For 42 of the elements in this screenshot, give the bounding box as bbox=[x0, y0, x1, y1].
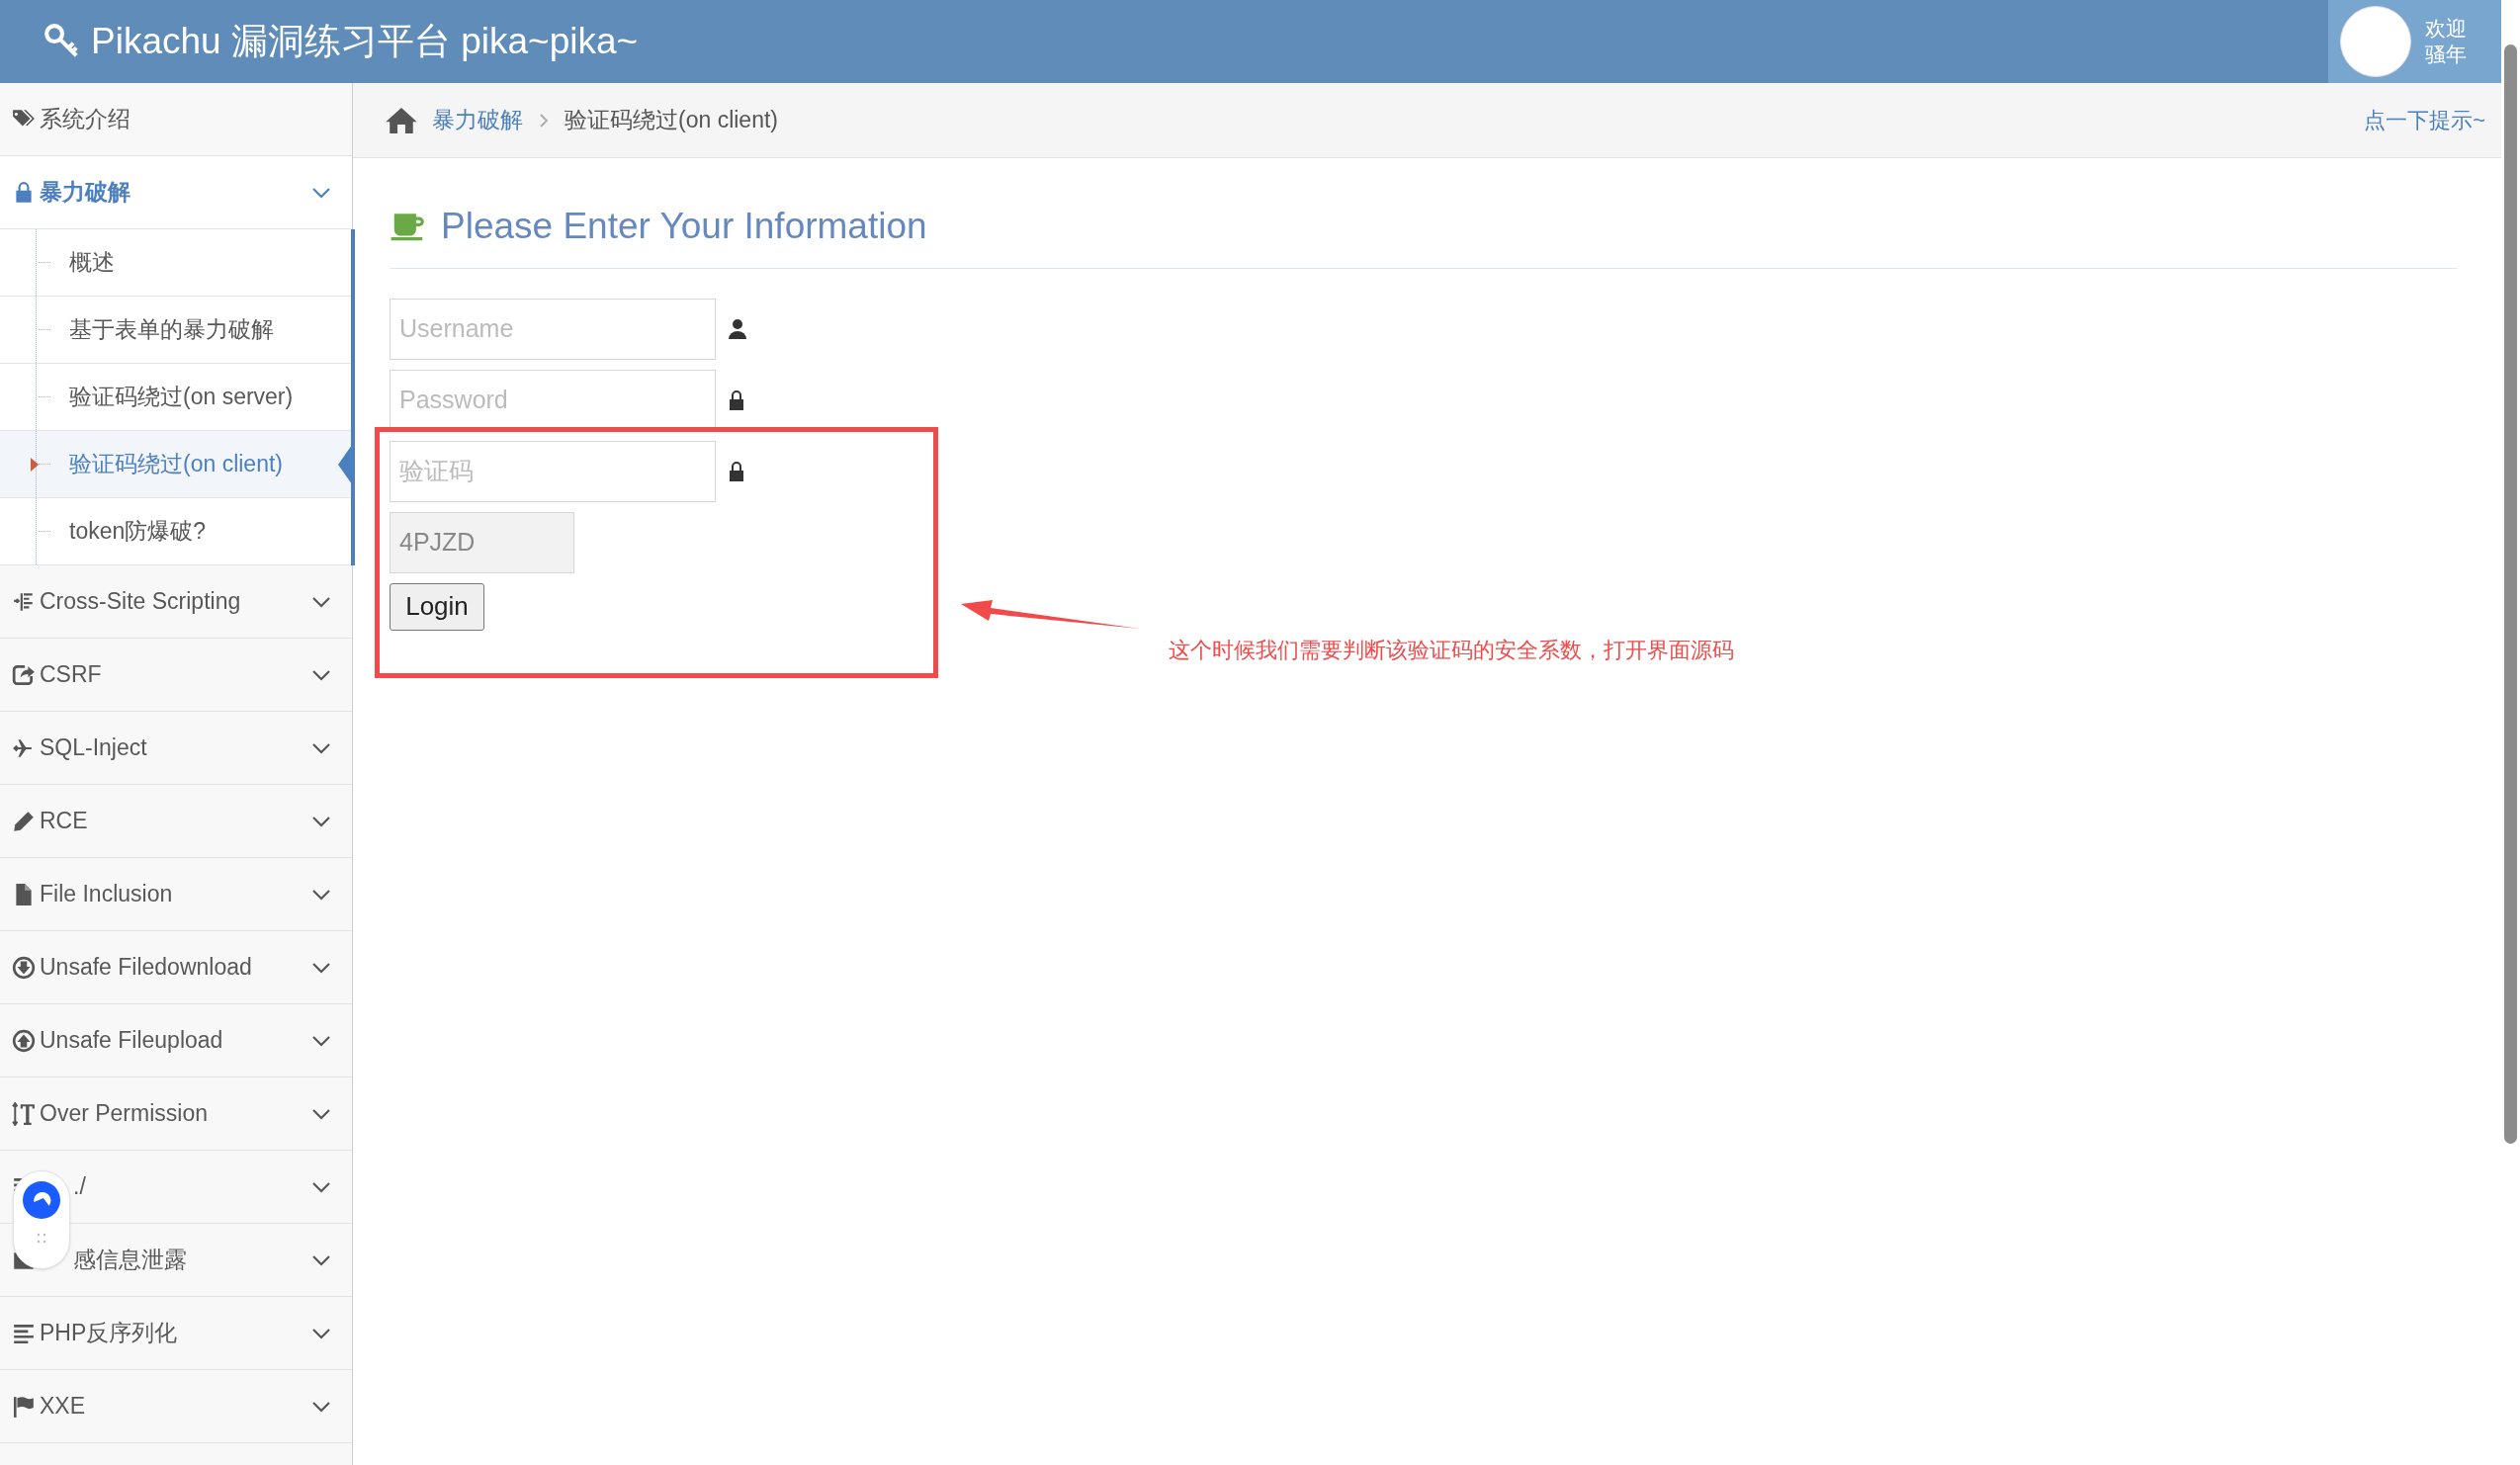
submenu-item[interactable]: token防爆破? bbox=[0, 498, 351, 565]
captcha-code: 4PJZD bbox=[390, 511, 574, 573]
home-icon bbox=[385, 105, 418, 135]
sidebar-item[interactable]: PHP反序列化 bbox=[0, 1297, 352, 1370]
flag-icon bbox=[12, 1394, 36, 1419]
sidebar-item[interactable]: CSRF bbox=[0, 639, 352, 712]
submenu-item[interactable]: 基于表单的暴力破解 bbox=[0, 297, 351, 364]
download-circle-icon bbox=[12, 955, 36, 980]
lock-icon bbox=[728, 388, 745, 411]
submenu-item[interactable]: 概述 bbox=[0, 229, 351, 297]
sidebar-item[interactable]: RCE bbox=[0, 785, 352, 858]
sidebar-item[interactable]: Unsafe Filedownload bbox=[0, 931, 352, 1004]
share-icon bbox=[12, 662, 36, 687]
lock-icon bbox=[728, 460, 745, 482]
sidebar-item[interactable]: XXE bbox=[0, 1370, 352, 1443]
pointer-icon bbox=[338, 444, 352, 484]
welcome-text: 骚年 bbox=[2425, 42, 2467, 67]
drag-handle-icon[interactable] bbox=[37, 1233, 46, 1245]
submenu-item[interactable]: 验证码绕过(on client) bbox=[0, 431, 351, 498]
welcome-text: 欢迎 bbox=[2425, 16, 2467, 42]
upload-circle-icon bbox=[12, 1028, 36, 1053]
sidebar-item[interactable]: Unsafe Fileupload bbox=[0, 1004, 352, 1077]
caret-right-icon bbox=[31, 457, 39, 472]
widget-logo-icon bbox=[23, 1181, 60, 1219]
breadcrumb-link[interactable]: 暴力破解 bbox=[432, 103, 523, 137]
login-button[interactable]: Login bbox=[390, 582, 484, 631]
sidebar-item[interactable]: SQL-Inject bbox=[0, 712, 352, 785]
form-heading: Please Enter Your Information bbox=[441, 205, 927, 248]
sidebar-item[interactable]: File Inclusion bbox=[0, 858, 352, 931]
annotation-text: 这个时候我们需要判断该验证码的安全系数，打开界面源码 bbox=[1169, 637, 1734, 664]
hint-link[interactable]: 点一下提示~ bbox=[2364, 104, 2485, 136]
chevron-right-icon bbox=[539, 112, 549, 129]
text-height-icon bbox=[12, 1101, 36, 1126]
pencil-icon bbox=[12, 809, 36, 833]
sidebar-item[interactable]: Over Permission bbox=[0, 1077, 352, 1151]
input-field[interactable]: Username bbox=[390, 298, 716, 360]
site-title: Pikachu 漏洞练习平台 pika~pika~ bbox=[91, 20, 639, 64]
sidebar-item[interactable]: 暴力破解 bbox=[0, 156, 352, 229]
sidebar-item[interactable]: Cross-Site Scripting bbox=[0, 565, 352, 639]
input-field[interactable]: 验证码 bbox=[390, 440, 716, 502]
breadcrumb-current: 验证码绕过(on client) bbox=[565, 106, 778, 135]
user-icon bbox=[728, 317, 747, 340]
